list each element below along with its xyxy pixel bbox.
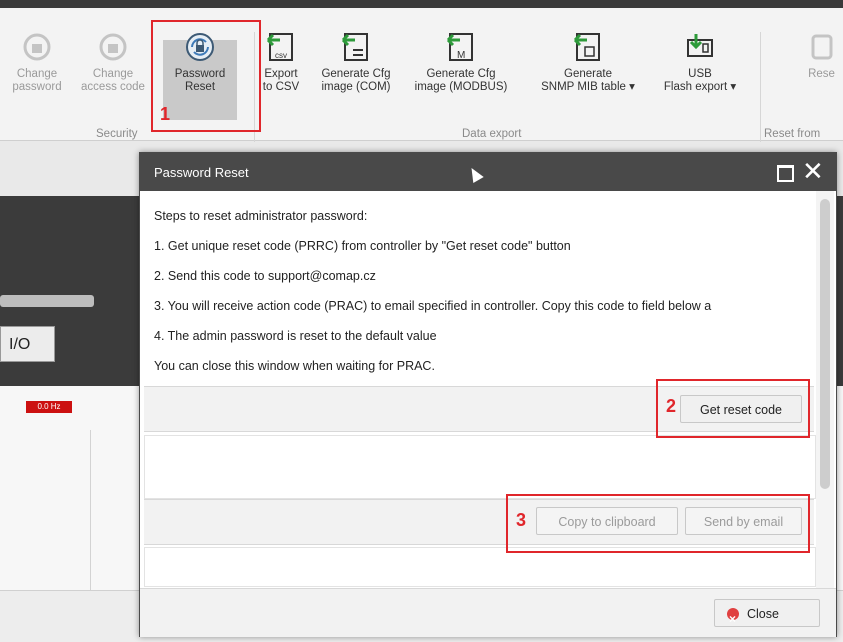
annotation-box-2	[656, 379, 810, 438]
instruction-step-4: 4. The admin password is reset to the de…	[154, 329, 437, 343]
action-code-field[interactable]	[144, 547, 816, 587]
change-access-code-button[interactable]: Change access code	[78, 30, 148, 130]
change-password-label-2: password	[12, 81, 62, 93]
top-dark-band	[0, 0, 843, 8]
annotation-number-2: 2	[666, 396, 677, 416]
ribbon: Change password Change access code Passw…	[0, 8, 843, 142]
usb-flash-export-label-2: Flash export ▾	[663, 81, 737, 93]
annotation-number-3: 3	[516, 510, 527, 530]
instructions: Steps to reset administrator password: 1…	[154, 201, 814, 381]
close-icon[interactable]: ✕	[802, 156, 824, 186]
change-access-code-label-2: access code	[81, 81, 145, 93]
snmp-icon	[573, 33, 600, 61]
instruction-step-1: 1. Get unique reset code (PRRC) from con…	[154, 239, 571, 253]
csv-icon: csv	[266, 33, 293, 61]
change-password-button[interactable]: Change password	[8, 30, 66, 130]
instruction-step-3: 3. You will receive action code (PRAC) t…	[154, 299, 712, 313]
dialog-scrollbar-thumb[interactable]	[820, 199, 830, 489]
reset-code-field[interactable]	[144, 435, 816, 499]
group-data-export-label: Data export	[462, 128, 522, 140]
close-button[interactable]: Close	[714, 599, 820, 633]
close-button-label: Close	[747, 607, 779, 621]
reset-icon	[811, 34, 832, 60]
close-circle-icon	[727, 605, 739, 633]
generate-cfg-com-label-1: Generate Cfg	[321, 68, 391, 80]
red-status-badge: 0.0 Hz	[26, 401, 72, 413]
lock-icon	[23, 33, 51, 61]
dialog-titlebar[interactable]: Password Reset ✕	[140, 153, 836, 191]
dialog-footer: Close	[140, 588, 836, 637]
generate-cfg-modbus-label-1: Generate Cfg	[426, 68, 496, 80]
svg-text:M: M	[457, 50, 465, 61]
generate-cfg-com-label-2: image (COM)	[321, 81, 391, 93]
dialog-title: Password Reset	[154, 165, 249, 180]
annotation-box-3	[506, 494, 810, 553]
background-bar	[0, 295, 94, 307]
export-csv-label-1: Export	[264, 68, 298, 80]
generate-snmp-mib-button[interactable]: Generate SNMP MIB table ▾	[530, 30, 646, 130]
instruction-step-2: 2. Send this code to support@comap.cz	[154, 269, 376, 283]
instruction-note: You can close this window when waiting f…	[154, 359, 435, 373]
generate-snmp-mib-label-2: SNMP MIB table ▾	[541, 81, 635, 93]
cfg-com-icon	[341, 33, 368, 61]
cfg-modbus-icon: M	[446, 33, 473, 61]
export-csv-label-2: to CSV	[262, 81, 300, 93]
generate-cfg-modbus-button[interactable]: M Generate Cfg image (MODBUS)	[406, 30, 516, 130]
export-csv-button[interactable]: csv Export to CSV	[256, 30, 306, 130]
ribbon-separator	[760, 32, 761, 142]
instruction-heading: Steps to reset administrator password:	[154, 209, 368, 223]
reset-label: Rese	[808, 68, 835, 80]
lock-icon	[99, 33, 127, 61]
password-reset-dialog: Password Reset ✕ Steps to reset administ…	[139, 152, 837, 637]
svg-text:csv: csv	[275, 51, 287, 60]
generate-cfg-modbus-label-2: image (MODBUS)	[414, 81, 508, 93]
io-button[interactable]: I/O	[0, 326, 55, 362]
change-access-code-label-1: Change	[92, 68, 134, 80]
group-security-label: Security	[96, 128, 138, 140]
usb-icon	[687, 34, 713, 57]
maximize-icon[interactable]	[777, 165, 794, 182]
reset-button[interactable]: Rese	[800, 30, 843, 130]
annotation-number-1: 1	[160, 104, 171, 124]
background-divider	[90, 430, 91, 590]
group-reset-from-label: Reset from	[764, 128, 821, 140]
usb-flash-export-label-1: USB	[688, 68, 712, 80]
mouse-cursor-icon	[466, 164, 484, 184]
generate-snmp-mib-label-1: Generate	[564, 68, 612, 80]
generate-cfg-com-button[interactable]: Generate Cfg image (COM)	[312, 30, 400, 130]
change-password-label-1: Change	[16, 68, 58, 80]
usb-flash-export-button[interactable]: USB Flash export ▾	[654, 30, 746, 130]
